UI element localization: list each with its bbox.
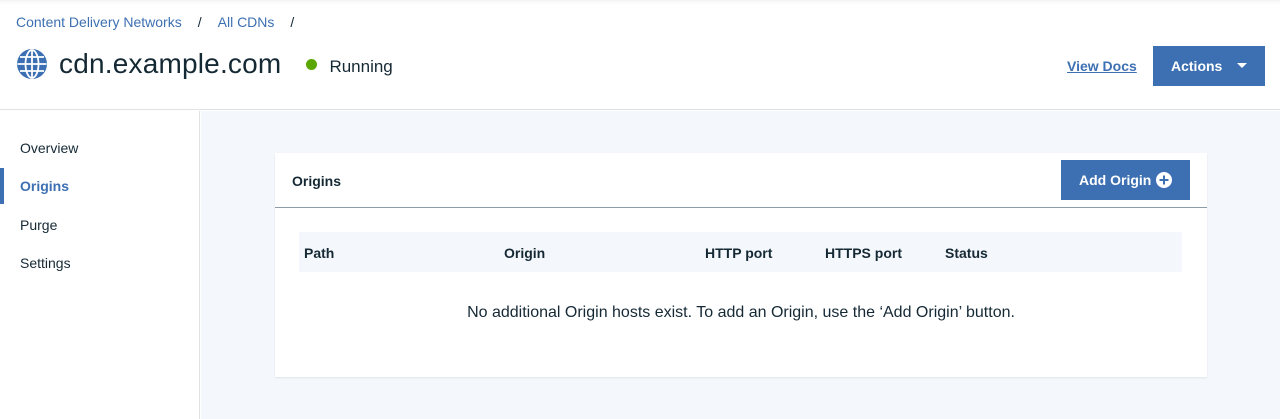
page-title: cdn.example.com <box>59 48 282 79</box>
column-header-https-port[interactable]: HTTPS port <box>825 245 902 261</box>
sidebar-item-label: Settings <box>20 255 71 271</box>
title-row: cdn.example.com Running <box>16 48 393 80</box>
empty-state-message: No additional Origin hosts exist. To add… <box>467 304 1015 321</box>
breadcrumb-separator: / <box>197 14 202 30</box>
page-header: Content Delivery Networks / All CDNs / c… <box>0 0 1280 110</box>
actions-button[interactable]: Actions <box>1153 46 1265 86</box>
sidebar-item-label: Purge <box>20 217 58 233</box>
column-header-path[interactable]: Path <box>304 245 334 261</box>
breadcrumb-link-cdn[interactable]: Content Delivery Networks <box>16 14 182 30</box>
add-origin-label: Add Origin <box>1079 172 1152 188</box>
breadcrumb-separator: / <box>290 14 295 30</box>
status-label: Running <box>329 57 393 76</box>
origins-card: Origins Add Origin Path Origin HTTP port… <box>275 153 1207 377</box>
sidebar: Overview Origins Purge Settings <box>0 111 200 419</box>
breadcrumb-link-all-cdns[interactable]: All CDNs <box>218 14 275 30</box>
caret-down-icon <box>1237 63 1247 68</box>
status-indicator <box>306 58 318 70</box>
sidebar-item-label: Overview <box>20 140 79 156</box>
breadcrumb: Content Delivery Networks / All CDNs / <box>16 14 310 30</box>
plus-circle-icon <box>1156 172 1172 188</box>
card-title: Origins <box>292 173 342 189</box>
origins-table-header: Path Origin HTTP port HTTPS port Status <box>299 232 1182 272</box>
sidebar-item-origins[interactable]: Origins <box>0 168 199 204</box>
column-header-status[interactable]: Status <box>945 245 988 261</box>
main-content: Origins Add Origin Path Origin HTTP port… <box>201 111 1280 419</box>
sidebar-item-label: Origins <box>20 178 70 194</box>
actions-button-label: Actions <box>1171 58 1223 74</box>
add-origin-button[interactable]: Add Origin <box>1061 160 1190 200</box>
view-docs-link[interactable]: View Docs <box>1067 58 1137 74</box>
sidebar-item-purge[interactable]: Purge <box>0 207 199 243</box>
column-header-origin[interactable]: Origin <box>504 245 545 261</box>
card-header: Origins Add Origin <box>275 153 1207 208</box>
sidebar-item-overview[interactable]: Overview <box>0 130 199 166</box>
sidebar-item-settings[interactable]: Settings <box>0 245 199 281</box>
globe-icon <box>17 49 47 79</box>
column-header-http-port[interactable]: HTTP port <box>705 245 772 261</box>
